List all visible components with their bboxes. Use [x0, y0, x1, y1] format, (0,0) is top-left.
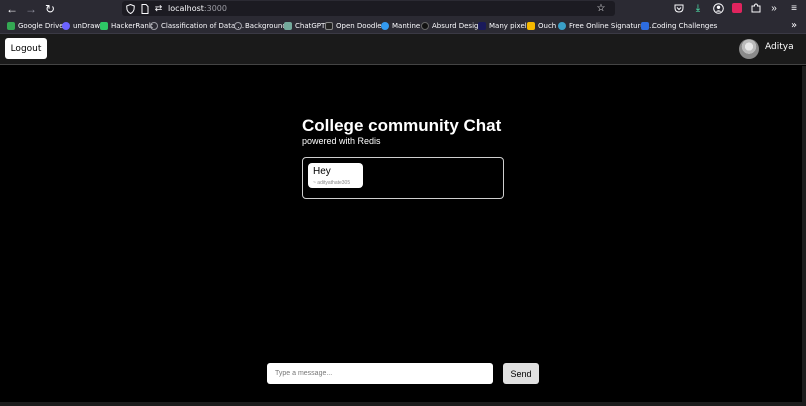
coding-challenges-icon [641, 21, 649, 30]
mantine-icon [381, 21, 389, 30]
bookmark-label: unDraw [73, 21, 101, 30]
page-info-icon[interactable] [139, 3, 150, 14]
bookmark-label: Ouch [538, 21, 557, 30]
bookmark-hackerrank[interactable]: HackerRank [100, 20, 153, 31]
bookmark-label: Many pixels [489, 21, 531, 30]
bookmark-label: Classification of Data ... [161, 21, 245, 30]
chat-title: College community Chat [302, 116, 502, 135]
message-author: ~ adityathate305 [313, 180, 351, 186]
app-header: Logout Aditya [0, 34, 806, 65]
permissions-icon[interactable]: ⇄ [153, 3, 164, 14]
logout-button[interactable]: Logout [5, 38, 47, 59]
url-bar[interactable]: ⇄ localhost:3000 [122, 1, 615, 16]
forward-arrow-icon[interactable]: → [23, 1, 39, 16]
bookmark-background[interactable]: Background [234, 20, 287, 31]
url-host: localhost [168, 4, 204, 13]
bookmarks-toolbar: Google Drive unDraw HackerRank Classific… [0, 17, 806, 34]
bookmark-free-online-signature[interactable]: Free Online Signature ... [558, 20, 654, 31]
many-pixels-icon [478, 21, 486, 30]
messages-container: Hey ~ adityathate305 [302, 157, 504, 199]
globe-icon [234, 21, 242, 30]
bookmark-open-doodles[interactable]: Open Doodles [325, 20, 385, 31]
hackerrank-icon [100, 21, 108, 30]
username: Aditya [765, 42, 794, 52]
bookmark-label: Google Drive [18, 21, 64, 30]
browser-toolbar: ← → ↻ ⇄ localhost:3000 ☆ ⤓ » ≡ [0, 0, 806, 17]
bookmark-coding-challenges[interactable]: Coding Challenges [641, 20, 717, 31]
bookmark-mantine[interactable]: Mantine [381, 20, 420, 31]
chatgpt-icon [284, 21, 292, 30]
message-input[interactable] [267, 363, 493, 384]
bookmark-classification-of-data[interactable]: Classification of Data ... [150, 20, 244, 31]
bookmark-label: Absurd Design [432, 21, 483, 30]
bookmark-chatgpt[interactable]: ChatGPT [284, 20, 325, 31]
ouch-icon [527, 21, 535, 30]
extensions-puzzle-icon[interactable] [750, 2, 762, 14]
bookmark-star-icon[interactable]: ☆ [595, 2, 607, 14]
bookmark-undraw[interactable]: unDraw [62, 20, 100, 31]
pocket-icon[interactable] [673, 2, 685, 14]
google-drive-icon [7, 21, 15, 30]
bookmark-absurd-design[interactable]: Absurd Design [421, 20, 483, 31]
bookmark-label: Mantine [392, 21, 421, 30]
message-text: Hey [313, 166, 331, 177]
window-bottom-edge [0, 402, 806, 406]
overflow-chevron-icon[interactable]: » [768, 2, 780, 14]
avatar[interactable] [739, 39, 759, 59]
back-arrow-icon[interactable]: ← [4, 1, 20, 16]
hamburger-menu-icon[interactable]: ≡ [788, 2, 800, 14]
bookmark-label: HackerRank [111, 21, 153, 30]
bookmark-label: Background [245, 21, 287, 30]
bookmark-label: Open Doodles [336, 21, 386, 30]
extension-icon[interactable] [731, 2, 743, 14]
send-button[interactable]: Send [503, 363, 539, 384]
globe-icon [150, 21, 158, 30]
bookmark-ouch[interactable]: Ouch [527, 20, 556, 31]
undraw-icon [62, 21, 70, 30]
downloads-icon[interactable]: ⤓ [692, 2, 704, 14]
message-bubble: Hey ~ adityathate305 [308, 163, 363, 188]
reload-icon[interactable]: ↻ [42, 1, 58, 16]
bookmark-google-drive[interactable]: Google Drive [7, 20, 64, 31]
open-doodles-icon [325, 21, 333, 30]
bookmark-label: ChatGPT [295, 21, 326, 30]
tracking-shield-icon[interactable] [125, 3, 136, 14]
bookmarks-overflow-icon[interactable]: » [791, 20, 797, 31]
vertical-scrollbar[interactable] [802, 66, 806, 402]
url-text[interactable]: localhost:3000 [168, 1, 227, 16]
absurd-design-icon [421, 21, 429, 30]
bookmark-label: Coding Challenges [652, 21, 718, 30]
signature-icon [558, 21, 566, 30]
chat-subtitle: powered with Redis [302, 136, 381, 146]
url-port: :3000 [203, 4, 227, 13]
bookmark-many-pixels[interactable]: Many pixels [478, 20, 530, 31]
account-icon[interactable] [712, 2, 724, 14]
